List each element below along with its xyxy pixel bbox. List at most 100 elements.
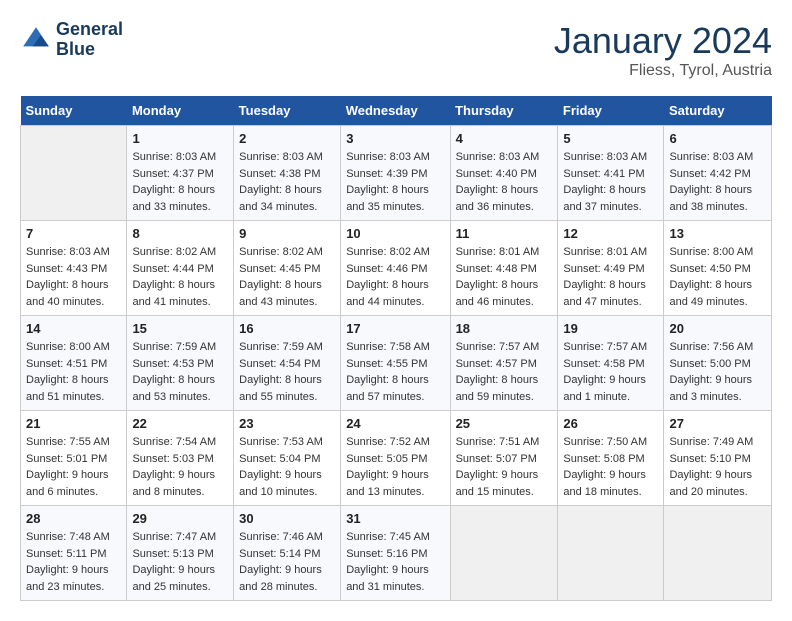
day-info: Sunrise: 8:03 AMSunset: 4:40 PMDaylight:… — [456, 149, 553, 215]
calendar-cell: 21 Sunrise: 7:55 AMSunset: 5:01 PMDaylig… — [21, 411, 127, 506]
day-number: 11 — [456, 226, 553, 241]
day-number: 14 — [26, 321, 121, 336]
calendar-cell: 18 Sunrise: 7:57 AMSunset: 4:57 PMDaylig… — [450, 316, 558, 411]
day-number: 2 — [239, 131, 335, 146]
day-number: 23 — [239, 416, 335, 431]
page-header: General Blue January 2024 Fliess, Tyrol,… — [20, 20, 772, 80]
calendar-cell: 2 Sunrise: 8:03 AMSunset: 4:38 PMDayligh… — [234, 126, 341, 221]
day-info: Sunrise: 7:53 AMSunset: 5:04 PMDaylight:… — [239, 434, 335, 500]
day-info: Sunrise: 8:03 AMSunset: 4:43 PMDaylight:… — [26, 244, 121, 310]
calendar-cell: 19 Sunrise: 7:57 AMSunset: 4:58 PMDaylig… — [558, 316, 664, 411]
calendar-cell: 28 Sunrise: 7:48 AMSunset: 5:11 PMDaylig… — [21, 506, 127, 601]
day-info: Sunrise: 8:03 AMSunset: 4:42 PMDaylight:… — [669, 149, 766, 215]
logo-text: General Blue — [56, 20, 123, 60]
day-number: 28 — [26, 511, 121, 526]
day-number: 24 — [346, 416, 444, 431]
weekday-header-monday: Monday — [127, 96, 234, 126]
calendar-cell: 29 Sunrise: 7:47 AMSunset: 5:13 PMDaylig… — [127, 506, 234, 601]
calendar-cell: 13 Sunrise: 8:00 AMSunset: 4:50 PMDaylig… — [664, 221, 772, 316]
day-number: 8 — [132, 226, 228, 241]
calendar-cell: 15 Sunrise: 7:59 AMSunset: 4:53 PMDaylig… — [127, 316, 234, 411]
day-info: Sunrise: 8:03 AMSunset: 4:37 PMDaylight:… — [132, 149, 228, 215]
day-number: 9 — [239, 226, 335, 241]
day-number: 26 — [563, 416, 658, 431]
day-number: 20 — [669, 321, 766, 336]
day-info: Sunrise: 8:02 AMSunset: 4:45 PMDaylight:… — [239, 244, 335, 310]
calendar-cell: 6 Sunrise: 8:03 AMSunset: 4:42 PMDayligh… — [664, 126, 772, 221]
weekday-header-friday: Friday — [558, 96, 664, 126]
day-info: Sunrise: 7:55 AMSunset: 5:01 PMDaylight:… — [26, 434, 121, 500]
day-info: Sunrise: 8:01 AMSunset: 4:49 PMDaylight:… — [563, 244, 658, 310]
calendar-cell: 16 Sunrise: 7:59 AMSunset: 4:54 PMDaylig… — [234, 316, 341, 411]
calendar-cell: 23 Sunrise: 7:53 AMSunset: 5:04 PMDaylig… — [234, 411, 341, 506]
day-number: 22 — [132, 416, 228, 431]
day-info: Sunrise: 7:45 AMSunset: 5:16 PMDaylight:… — [346, 529, 444, 595]
day-info: Sunrise: 8:02 AMSunset: 4:44 PMDaylight:… — [132, 244, 228, 310]
calendar-cell: 20 Sunrise: 7:56 AMSunset: 5:00 PMDaylig… — [664, 316, 772, 411]
logo-icon — [20, 24, 52, 56]
calendar-week-2: 14 Sunrise: 8:00 AMSunset: 4:51 PMDaylig… — [21, 316, 772, 411]
day-info: Sunrise: 7:54 AMSunset: 5:03 PMDaylight:… — [132, 434, 228, 500]
day-info: Sunrise: 8:03 AMSunset: 4:39 PMDaylight:… — [346, 149, 444, 215]
calendar-cell: 30 Sunrise: 7:46 AMSunset: 5:14 PMDaylig… — [234, 506, 341, 601]
day-info: Sunrise: 7:50 AMSunset: 5:08 PMDaylight:… — [563, 434, 658, 500]
day-info: Sunrise: 7:57 AMSunset: 4:57 PMDaylight:… — [456, 339, 553, 405]
day-number: 18 — [456, 321, 553, 336]
calendar-cell — [450, 506, 558, 601]
calendar-cell: 27 Sunrise: 7:49 AMSunset: 5:10 PMDaylig… — [664, 411, 772, 506]
day-number: 5 — [563, 131, 658, 146]
day-info: Sunrise: 7:51 AMSunset: 5:07 PMDaylight:… — [456, 434, 553, 500]
calendar-week-4: 28 Sunrise: 7:48 AMSunset: 5:11 PMDaylig… — [21, 506, 772, 601]
weekday-header-row: SundayMondayTuesdayWednesdayThursdayFrid… — [21, 96, 772, 126]
weekday-header-saturday: Saturday — [664, 96, 772, 126]
location: Fliess, Tyrol, Austria — [554, 62, 772, 80]
day-number: 15 — [132, 321, 228, 336]
day-info: Sunrise: 7:58 AMSunset: 4:55 PMDaylight:… — [346, 339, 444, 405]
day-number: 12 — [563, 226, 658, 241]
day-number: 6 — [669, 131, 766, 146]
day-info: Sunrise: 7:59 AMSunset: 4:54 PMDaylight:… — [239, 339, 335, 405]
calendar-cell: 3 Sunrise: 8:03 AMSunset: 4:39 PMDayligh… — [341, 126, 450, 221]
day-number: 31 — [346, 511, 444, 526]
calendar-table: SundayMondayTuesdayWednesdayThursdayFrid… — [20, 96, 772, 601]
day-number: 4 — [456, 131, 553, 146]
day-number: 10 — [346, 226, 444, 241]
day-info: Sunrise: 7:49 AMSunset: 5:10 PMDaylight:… — [669, 434, 766, 500]
day-number: 25 — [456, 416, 553, 431]
calendar-week-0: 1 Sunrise: 8:03 AMSunset: 4:37 PMDayligh… — [21, 126, 772, 221]
day-info: Sunrise: 8:00 AMSunset: 4:51 PMDaylight:… — [26, 339, 121, 405]
day-info: Sunrise: 8:01 AMSunset: 4:48 PMDaylight:… — [456, 244, 553, 310]
day-info: Sunrise: 7:48 AMSunset: 5:11 PMDaylight:… — [26, 529, 121, 595]
calendar-cell: 9 Sunrise: 8:02 AMSunset: 4:45 PMDayligh… — [234, 221, 341, 316]
day-info: Sunrise: 8:00 AMSunset: 4:50 PMDaylight:… — [669, 244, 766, 310]
weekday-header-thursday: Thursday — [450, 96, 558, 126]
calendar-cell: 7 Sunrise: 8:03 AMSunset: 4:43 PMDayligh… — [21, 221, 127, 316]
calendar-cell: 5 Sunrise: 8:03 AMSunset: 4:41 PMDayligh… — [558, 126, 664, 221]
calendar-cell: 17 Sunrise: 7:58 AMSunset: 4:55 PMDaylig… — [341, 316, 450, 411]
day-number: 30 — [239, 511, 335, 526]
weekday-header-tuesday: Tuesday — [234, 96, 341, 126]
title-area: January 2024 Fliess, Tyrol, Austria — [554, 20, 772, 80]
month-title: January 2024 — [554, 20, 772, 62]
calendar-cell: 14 Sunrise: 8:00 AMSunset: 4:51 PMDaylig… — [21, 316, 127, 411]
day-info: Sunrise: 7:59 AMSunset: 4:53 PMDaylight:… — [132, 339, 228, 405]
calendar-cell: 31 Sunrise: 7:45 AMSunset: 5:16 PMDaylig… — [341, 506, 450, 601]
day-info: Sunrise: 8:03 AMSunset: 4:38 PMDaylight:… — [239, 149, 335, 215]
calendar-cell: 12 Sunrise: 8:01 AMSunset: 4:49 PMDaylig… — [558, 221, 664, 316]
day-number: 27 — [669, 416, 766, 431]
calendar-week-3: 21 Sunrise: 7:55 AMSunset: 5:01 PMDaylig… — [21, 411, 772, 506]
calendar-cell: 25 Sunrise: 7:51 AMSunset: 5:07 PMDaylig… — [450, 411, 558, 506]
day-info: Sunrise: 7:46 AMSunset: 5:14 PMDaylight:… — [239, 529, 335, 595]
day-info: Sunrise: 7:47 AMSunset: 5:13 PMDaylight:… — [132, 529, 228, 595]
day-number: 19 — [563, 321, 658, 336]
calendar-cell: 24 Sunrise: 7:52 AMSunset: 5:05 PMDaylig… — [341, 411, 450, 506]
calendar-cell: 22 Sunrise: 7:54 AMSunset: 5:03 PMDaylig… — [127, 411, 234, 506]
day-number: 13 — [669, 226, 766, 241]
day-info: Sunrise: 8:02 AMSunset: 4:46 PMDaylight:… — [346, 244, 444, 310]
day-number: 17 — [346, 321, 444, 336]
day-number: 16 — [239, 321, 335, 336]
calendar-cell: 4 Sunrise: 8:03 AMSunset: 4:40 PMDayligh… — [450, 126, 558, 221]
logo: General Blue — [20, 20, 123, 60]
day-info: Sunrise: 7:56 AMSunset: 5:00 PMDaylight:… — [669, 339, 766, 405]
day-info: Sunrise: 7:57 AMSunset: 4:58 PMDaylight:… — [563, 339, 658, 405]
